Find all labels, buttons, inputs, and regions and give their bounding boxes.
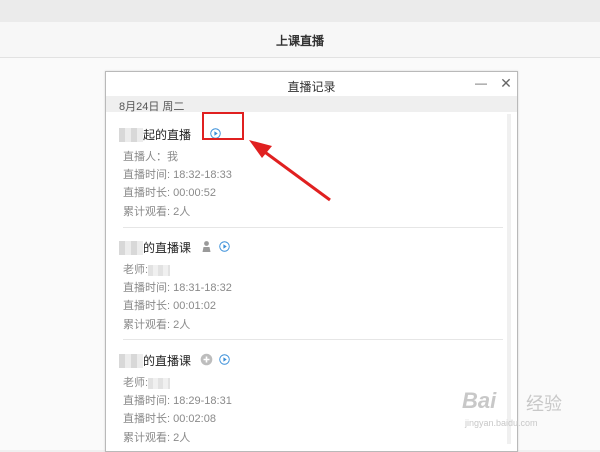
play-icon[interactable] <box>219 241 230 252</box>
page-title: 上课直播 <box>275 34 324 48</box>
date-header: 8月24日 周二 <box>106 96 517 113</box>
live-duration: 直播时长: 00:00:52 <box>123 187 216 199</box>
record-item[interactable]: 的直播课 老师: 直播时间: 18:31-18:32 直播时长: 00:01:0… <box>106 235 517 345</box>
live-time: 直播时间: 18:29-18:31 <box>123 395 232 407</box>
record-item[interactable]: 起的直播 直播人：我 直播时间: 18:32-18:33 直播时长: 00:00… <box>106 122 517 232</box>
watermark-url: jingyan.baidu.com <box>465 418 538 428</box>
add-icon[interactable] <box>200 353 213 366</box>
live-time: 直播时间: 18:32-18:33 <box>123 169 232 181</box>
record-title: 起的直播 <box>119 125 191 143</box>
watermark-brand: 经验 <box>526 394 562 414</box>
annotation-highlight-box <box>202 112 244 140</box>
viewer-count: 累计观看: 2人 <box>123 206 191 218</box>
teacher-icon <box>202 241 211 252</box>
live-duration: 直播时长: 00:02:08 <box>123 413 216 425</box>
record-title: 的直播课 <box>119 238 191 256</box>
watermark-logo: Bai <box>462 388 497 413</box>
divider <box>123 227 503 228</box>
play-icon[interactable] <box>219 354 230 365</box>
divider <box>123 339 503 340</box>
record-title: 的直播课 <box>119 351 191 369</box>
blurred-name <box>148 377 171 389</box>
baidu-watermark: Bai 经验 jingyan.baidu.com <box>462 388 582 436</box>
live-record-dialog: 直播记录 — ✕ 8月24日 周二 起的直播 直播人：我 直播时间: 18:32… <box>105 71 518 452</box>
dialog-title: 直播记录 <box>287 80 336 94</box>
blurred-name <box>119 353 143 368</box>
record-item[interactable]: 的直播课 老师: 直播时间: 18:29-18:31 直播时长: 00:02:0… <box>106 348 517 451</box>
host-label: 直播人：我 <box>123 151 178 163</box>
dialog-titlebar: 直播记录 — ✕ <box>106 72 517 96</box>
viewer-count: 累计观看: 2人 <box>123 319 191 331</box>
live-time: 直播时间: 18:31-18:32 <box>123 282 232 294</box>
live-duration: 直播时长: 00:01:02 <box>123 300 216 312</box>
date-label: 8月24日 周二 <box>119 101 185 113</box>
blurred-name <box>148 264 171 276</box>
host-label: 老师: <box>123 374 171 390</box>
blurred-name <box>119 240 143 255</box>
close-button[interactable]: ✕ <box>499 76 513 90</box>
top-bar <box>0 0 600 22</box>
minimize-button[interactable]: — <box>474 76 488 90</box>
page-header: 上课直播 <box>0 22 600 58</box>
host-label: 老师: <box>123 261 171 277</box>
viewer-count: 累计观看: 2人 <box>123 432 191 444</box>
blurred-name <box>119 127 143 142</box>
